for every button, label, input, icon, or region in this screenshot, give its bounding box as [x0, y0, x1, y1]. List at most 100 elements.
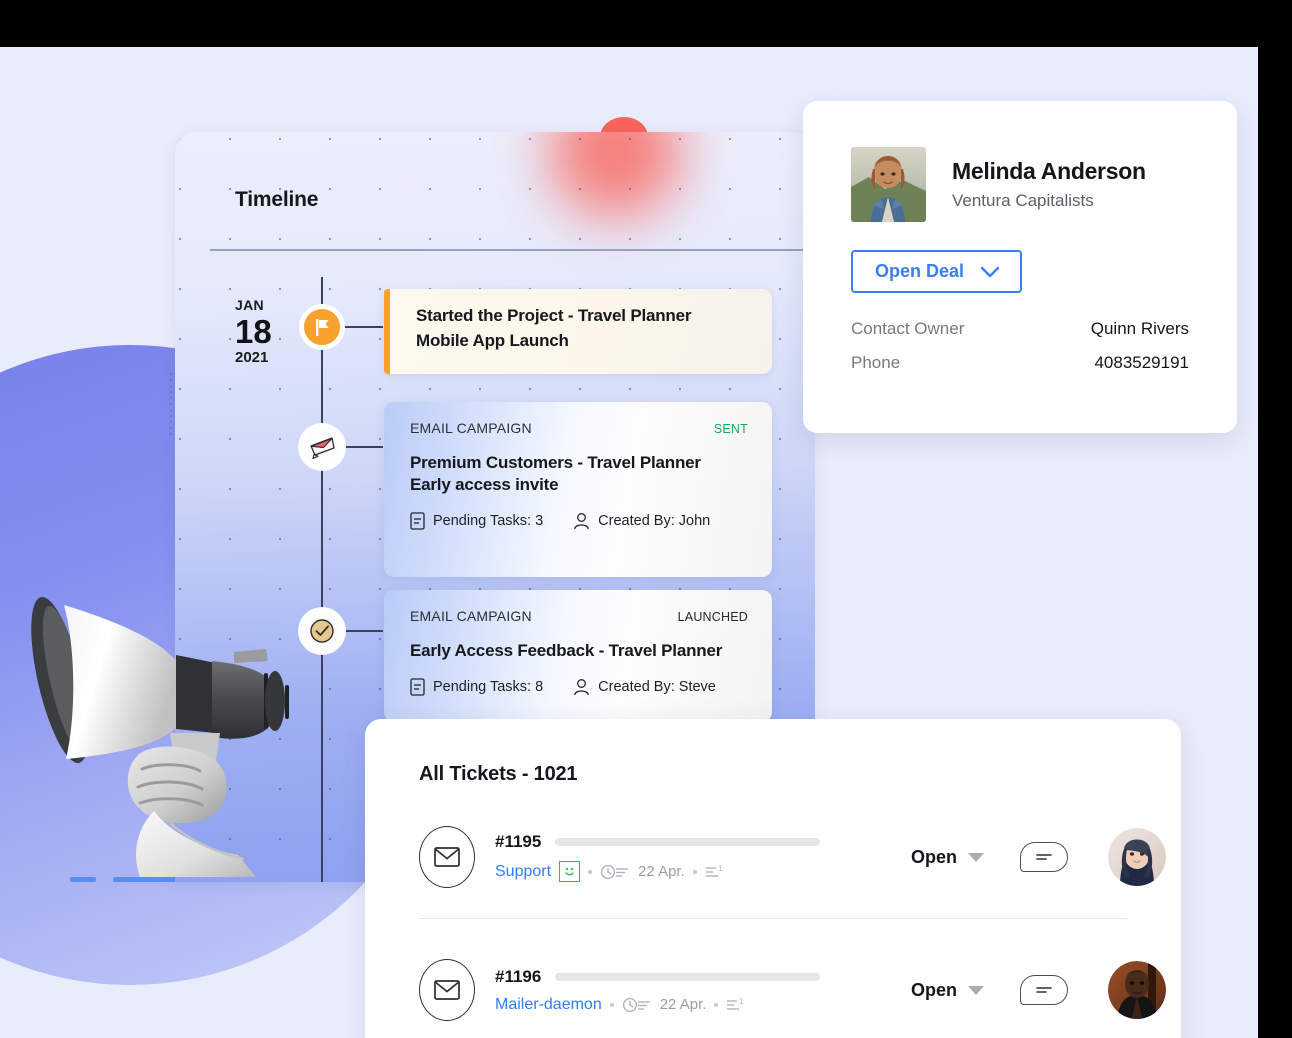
- ticket-date: 22 Apr.: [638, 863, 685, 880]
- milestone-title-line1: Started the Project - Travel Planner: [416, 306, 692, 325]
- campaign-2-title: Early Access Feedback - Travel Planner: [410, 641, 723, 660]
- timeline-node-flag[interactable]: [299, 304, 345, 350]
- timeline-connector-3: [345, 630, 383, 632]
- ticket-info: #1195 Support 22 Apr. 1: [495, 832, 855, 882]
- contact-field-row: Phone 4083529191: [851, 353, 1189, 373]
- campaign-1-pending-tasks: Pending Tasks: 3: [410, 511, 544, 530]
- ticket-subject-placeholder-bar: [555, 972, 821, 981]
- table-row[interactable]: #1196 Mailer-daemon 22 Apr. 1 Open: [419, 951, 1167, 1029]
- timeline-header-divider: [210, 249, 815, 251]
- avatar: [1108, 961, 1167, 1019]
- contact-avatar: [851, 147, 926, 222]
- flag-icon: [314, 318, 331, 337]
- campaign-1-meta: Pending Tasks: 3 Created By: John: [410, 511, 748, 530]
- campaign-1-status: SENT: [713, 422, 748, 436]
- campaign-2-kicker: EMAIL CAMPAIGN: [410, 608, 532, 624]
- comment-icon[interactable]: [1020, 975, 1069, 1005]
- ticket-status-dropdown[interactable]: Open: [911, 979, 985, 1001]
- campaign-1-kicker: EMAIL CAMPAIGN: [410, 420, 532, 436]
- ticket-id-row: #1196: [495, 967, 855, 987]
- chevron-down-icon: [980, 266, 1000, 278]
- ticket-category[interactable]: Support: [495, 863, 551, 881]
- announcement-envelope-icon: [307, 434, 337, 460]
- screenshot-root: Timeline JAN 18 2021 Started the Project…: [0, 0, 1292, 1038]
- contact-owner-label: Contact Owner: [851, 319, 965, 338]
- meta-separator-dot: [609, 1002, 614, 1007]
- ticket-id: #1196: [495, 966, 542, 986]
- timeline-node-completed[interactable]: [299, 608, 345, 654]
- ticket-date: 22 Apr.: [659, 996, 707, 1013]
- campaign-1-pending-tasks-label: Pending Tasks: 3: [433, 512, 544, 529]
- campaign-1-header: EMAIL CAMPAIGN SENT: [410, 420, 748, 436]
- document-icon: [410, 678, 425, 696]
- document-icon: [410, 511, 425, 530]
- contact-card: Melinda Anderson Ventura Capitalists Ope…: [803, 101, 1237, 433]
- timeline-connector-1: [345, 326, 383, 328]
- comment-icon[interactable]: [1020, 842, 1069, 872]
- page-canvas: Timeline JAN 18 2021 Started the Project…: [0, 47, 1258, 1038]
- contact-header: Melinda Anderson Ventura Capitalists: [851, 147, 1189, 222]
- contact-name: Melinda Anderson: [952, 158, 1146, 184]
- chevron-down-icon: [968, 852, 985, 862]
- contact-field-row: Contact Owner Quinn Rivers: [851, 319, 1189, 339]
- timeline-card-milestone[interactable]: Started the Project - Travel Planner Mob…: [384, 289, 772, 374]
- phone-value: 4083529191: [1094, 353, 1189, 372]
- tickets-panel: All Tickets - 1021 #1195 Support 22 Apr.…: [365, 719, 1181, 1038]
- open-deal-button[interactable]: Open Deal: [851, 250, 1023, 293]
- ticket-info: #1196 Mailer-daemon 22 Apr. 1: [495, 967, 855, 1014]
- thread-count-icon: 1: [705, 864, 727, 880]
- date-day: 18: [235, 313, 272, 350]
- phone-label: Phone: [851, 353, 901, 372]
- timeline-rail: [321, 277, 323, 882]
- campaign-1-created-by: Created By: John: [573, 512, 710, 530]
- ticket-meta-row: Support 22 Apr. 1: [495, 861, 855, 882]
- contact-organization: Ventura Capitalists: [952, 191, 1094, 210]
- timeline-card-campaign-2[interactable]: EMAIL CAMPAIGN LAUNCHED Early Access Fee…: [384, 590, 772, 722]
- clock-lines-icon: [600, 864, 630, 880]
- check-circle-icon: [307, 616, 337, 646]
- milestone-title-line2: Mobile App Launch: [416, 331, 569, 350]
- campaign-2-pending-tasks: Pending Tasks: 8: [410, 678, 543, 696]
- timeline-connector-2: [345, 446, 383, 448]
- blue-accent-bar-left: [70, 877, 96, 882]
- ticket-category[interactable]: Mailer-daemon: [495, 996, 602, 1014]
- table-row[interactable]: #1195 Support 22 Apr. 1 Open: [419, 818, 1167, 896]
- envelope-icon: [419, 959, 475, 1021]
- envelope-icon: [419, 826, 475, 888]
- open-deal-label: Open Deal: [875, 261, 965, 281]
- red-blob-blur: [550, 132, 680, 217]
- date-year: 2021: [235, 349, 269, 366]
- timeline-node-campaign[interactable]: [299, 424, 345, 470]
- meta-separator-dot: [692, 869, 697, 874]
- campaign-2-created-by: Created By: Steve: [573, 678, 716, 696]
- date-month: JAN: [235, 297, 264, 313]
- svg-text:1: 1: [739, 997, 744, 1006]
- row-divider: [419, 918, 1127, 919]
- meta-separator-dot: [588, 869, 593, 874]
- user-icon: [573, 512, 590, 530]
- chevron-down-icon: [968, 985, 985, 995]
- clock-lines-icon: [622, 997, 652, 1013]
- ticket-subject-placeholder-bar: [555, 838, 821, 846]
- campaign-1-title: Premium Customers - Travel Planner Early…: [410, 452, 748, 496]
- ticket-status-label: Open: [911, 846, 958, 867]
- contact-identity: Melinda Anderson Ventura Capitalists: [952, 158, 1146, 211]
- user-icon: [573, 678, 590, 696]
- meta-separator-dot: [714, 1002, 719, 1007]
- campaign-2-pending-tasks-label: Pending Tasks: 8: [433, 678, 544, 695]
- timeline-date: JAN 18 2021: [235, 297, 272, 366]
- campaign-2-header: EMAIL CAMPAIGN LAUNCHED: [410, 608, 748, 624]
- campaign-1-created-by-label: Created By: John: [598, 512, 711, 529]
- ticket-status-label: Open: [911, 979, 958, 1000]
- page-title: Timeline: [235, 188, 319, 211]
- ticket-meta-row: Mailer-daemon 22 Apr. 1: [495, 996, 855, 1014]
- timeline-card-campaign-1[interactable]: EMAIL CAMPAIGN SENT Premium Customers - …: [384, 402, 772, 577]
- tickets-title: All Tickets - 1021: [419, 763, 578, 785]
- ticket-status-dropdown[interactable]: Open: [911, 846, 985, 868]
- thread-count-icon: 1: [726, 997, 748, 1013]
- campaign-1-title-line1: Premium Customers - Travel Planner: [410, 453, 701, 472]
- contact-owner-value: Quinn Rivers: [1090, 319, 1189, 338]
- svg-text:1: 1: [718, 864, 723, 873]
- contact-fields: Contact Owner Quinn Rivers Phone 4083529…: [851, 319, 1189, 373]
- campaign-2-status: LAUNCHED: [677, 610, 748, 624]
